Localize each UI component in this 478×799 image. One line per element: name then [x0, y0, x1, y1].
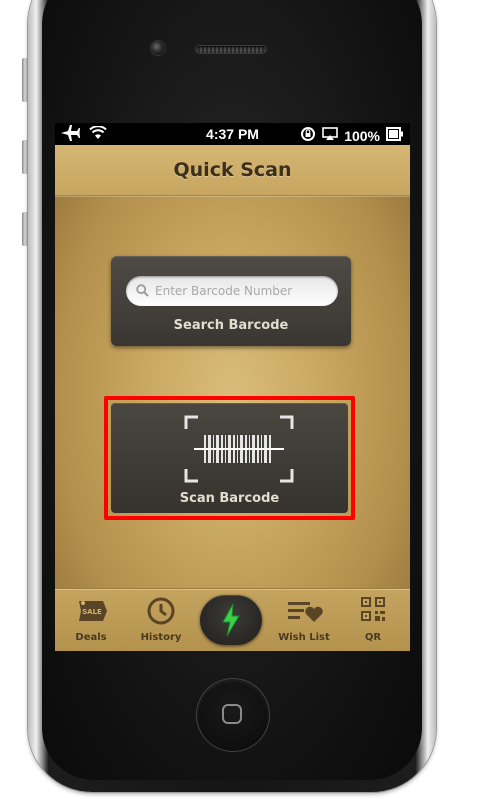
- barcode-search-input[interactable]: Enter Barcode Number: [126, 276, 338, 306]
- navigation-bar: Quick Scan: [55, 145, 410, 196]
- search-icon: [136, 282, 149, 301]
- search-barcode-button[interactable]: Search Barcode: [111, 318, 351, 333]
- front-camera: [151, 41, 165, 55]
- qr-code-icon: [353, 595, 393, 627]
- svg-text:SALE: SALE: [82, 608, 102, 616]
- earpiece-speaker: [196, 46, 266, 53]
- tab-wish-list[interactable]: Wish List: [274, 589, 334, 651]
- tab-qr-label: QR: [364, 632, 382, 643]
- tab-history[interactable]: History: [131, 589, 191, 651]
- lightning-icon: [220, 603, 242, 641]
- search-barcode-card: Enter Barcode Number Search Barcode: [111, 256, 351, 346]
- clock-icon: [141, 595, 181, 627]
- page-title: Quick Scan: [173, 159, 292, 181]
- tab-deals[interactable]: SALE Deals: [61, 589, 121, 651]
- airplay-icon: [322, 127, 338, 144]
- search-placeholder: Enter Barcode Number: [155, 284, 293, 298]
- app-screen: 4:37 PM 100% Quick Scan Enter Barcode Nu…: [55, 123, 410, 651]
- tab-wish-list-label: Wish List: [278, 632, 330, 643]
- tab-history-label: History: [140, 632, 182, 643]
- rotation-lock-icon: [300, 126, 316, 145]
- volume-down-button: [22, 212, 28, 246]
- barcode-scanner-icon: [184, 415, 294, 487]
- home-square-icon: [222, 704, 242, 724]
- battery-icon: [386, 127, 404, 144]
- scan-barcode-button[interactable]: Scan Barcode: [111, 403, 348, 513]
- list-heart-icon: [284, 595, 324, 627]
- mute-switch: [22, 58, 28, 102]
- sale-tag-icon: SALE: [71, 595, 111, 627]
- battery-percent: 100%: [344, 127, 380, 144]
- scan-barcode-label: Scan Barcode: [179, 491, 280, 506]
- tab-qr[interactable]: QR: [343, 589, 403, 651]
- status-bar: 4:37 PM 100%: [55, 123, 410, 145]
- tab-deals-label: Deals: [75, 632, 107, 643]
- home-button[interactable]: [197, 679, 269, 751]
- volume-up-button: [22, 140, 28, 174]
- tab-quick-scan[interactable]: [200, 595, 262, 645]
